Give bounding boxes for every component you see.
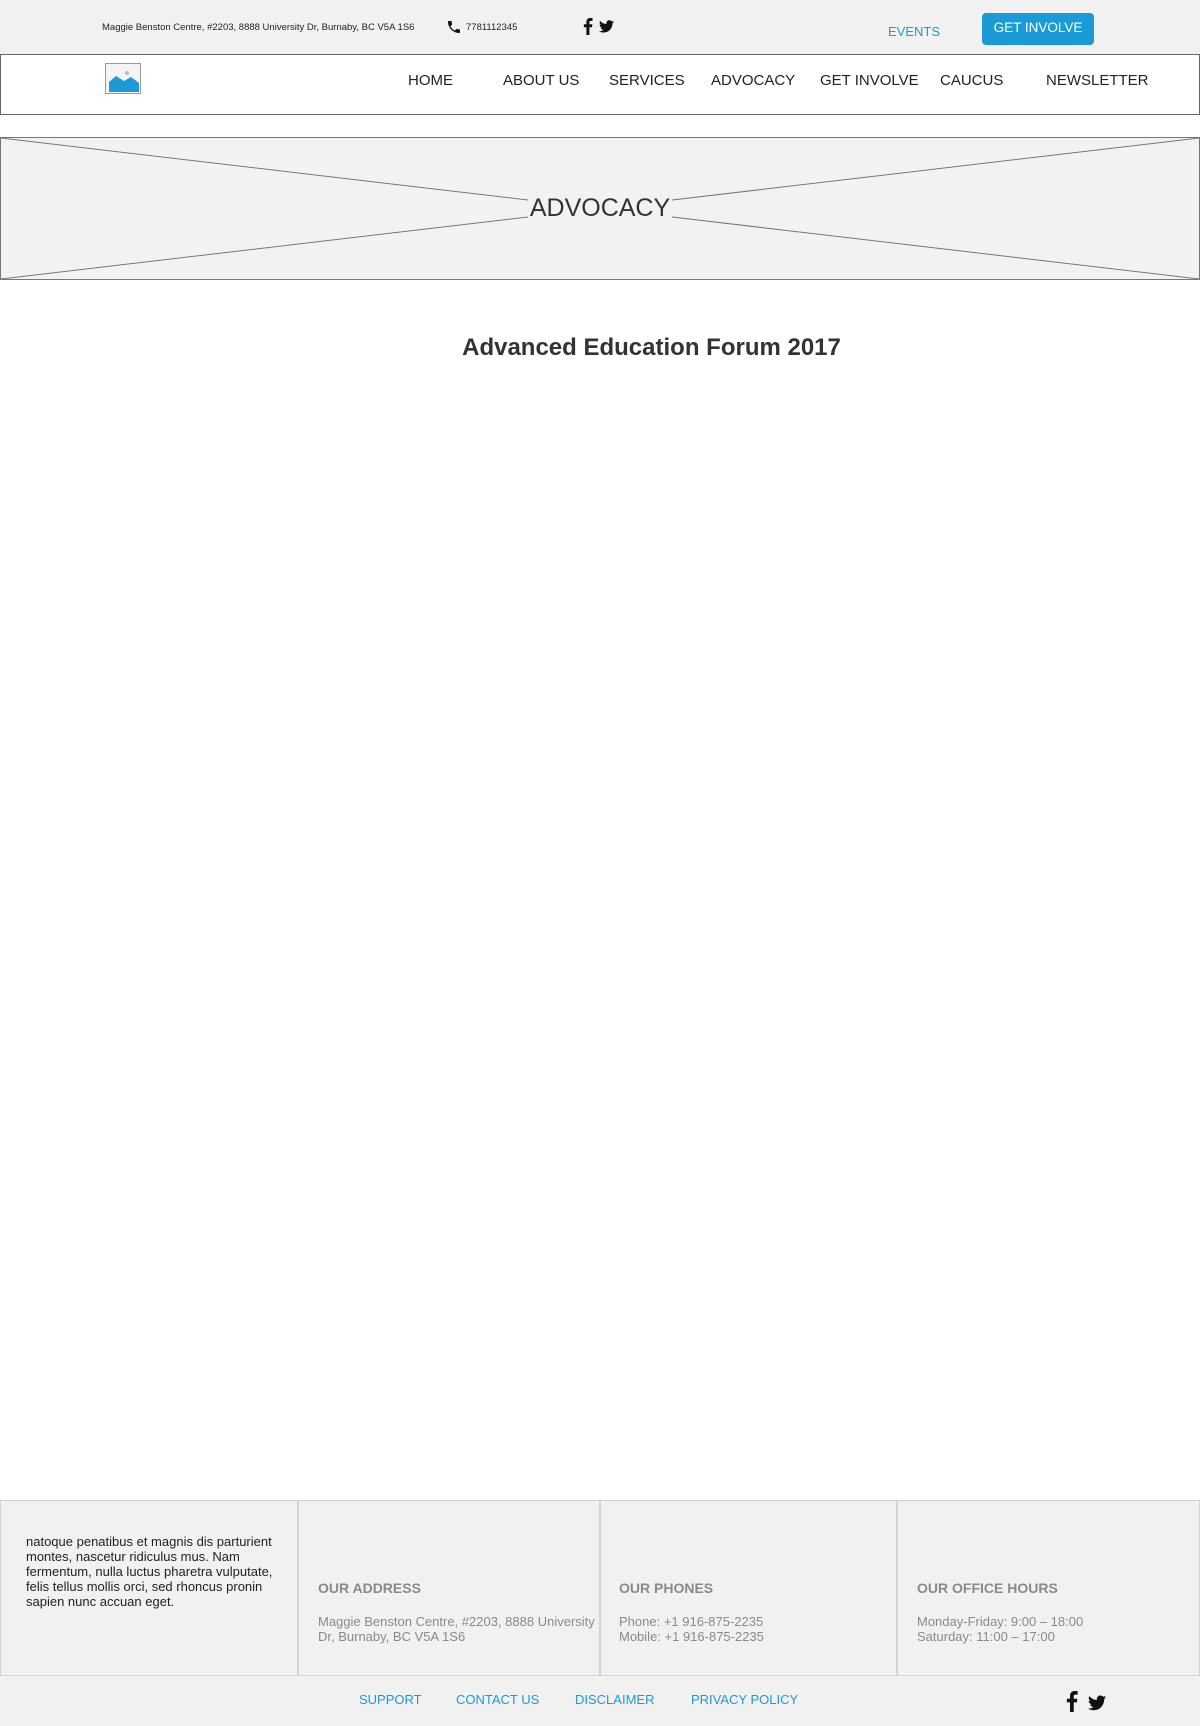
get-involved-button[interactable]: GET INVOLVE — [982, 13, 1094, 45]
footer-link-contact-us[interactable]: CONTACT US — [456, 1692, 539, 1707]
image-placeholder-icon[interactable] — [105, 63, 141, 94]
footer-about-text: natoque penatibus et magnis dis parturie… — [26, 1534, 273, 1609]
footer-phone-line: Phone: +1 916-875-2235 — [619, 1614, 764, 1629]
main-nav — [0, 54, 1200, 115]
footer-hours-heading: OUR OFFICE HOURS — [917, 1580, 1058, 1596]
footer-hours-weekday: Monday-Friday: 9:00 – 18:00 — [917, 1614, 1084, 1629]
top-bar: Maggie Benston Centre, #2203, 8888 Unive… — [0, 0, 1200, 55]
top-address: Maggie Benston Centre, #2203, 8888 Unive… — [102, 22, 415, 33]
nav-item-caucus[interactable]: CAUCUS — [940, 72, 1003, 89]
nav-item-about-us[interactable]: ABOUT US — [503, 72, 579, 89]
twitter-icon[interactable] — [599, 20, 614, 33]
footer-link-privacy-policy[interactable]: PRIVACY POLICY — [691, 1692, 798, 1707]
page-title: Advanced Education Forum 2017 — [462, 334, 841, 361]
footer-mobile-line: Mobile: +1 916-875-2235 — [619, 1629, 764, 1644]
footer-link-support[interactable]: SUPPORT — [359, 1692, 422, 1707]
twitter-icon[interactable] — [1088, 1695, 1106, 1711]
nav-item-services[interactable]: SERVICES — [609, 72, 685, 89]
banner-title: ADVOCACY — [527, 194, 673, 222]
phone-icon — [448, 21, 460, 33]
footer-address-line-2: Dr, Burnaby, BC V5A 1S6 — [318, 1629, 466, 1644]
top-phone-number: 7781112345 — [466, 22, 518, 33]
facebook-icon[interactable] — [1066, 1691, 1078, 1712]
footer-phones-heading: OUR PHONES — [619, 1580, 714, 1596]
footer-hours-saturday: Saturday: 11:00 – 17:00 — [917, 1629, 1055, 1644]
nav-item-newsletter[interactable]: NEWSLETTER — [1046, 72, 1149, 89]
banner-title-wrap: ADVOCACY — [0, 194, 1200, 223]
footer-address-heading: OUR ADDRESS — [318, 1580, 421, 1596]
footer-address-line-1: Maggie Benston Centre, #2203, 8888 Unive… — [318, 1614, 595, 1629]
footer-link-disclaimer[interactable]: DISCLAIMER — [575, 1692, 654, 1707]
nav-item-get-involve[interactable]: GET INVOLVE — [820, 72, 919, 89]
events-link[interactable]: EVENTS — [888, 24, 940, 39]
nav-item-home[interactable]: HOME — [408, 72, 453, 89]
facebook-icon[interactable] — [583, 18, 593, 35]
nav-item-advocacy[interactable]: ADVOCACY — [711, 72, 795, 89]
